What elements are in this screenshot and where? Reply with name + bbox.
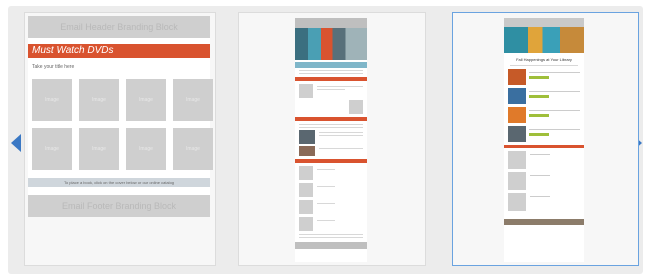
image-placeholder: Image xyxy=(79,79,119,121)
thumb-banner-image xyxy=(295,28,367,60)
template-subtext: Take your title here xyxy=(32,64,75,70)
thumb-header xyxy=(295,18,367,28)
carousel-prev-button[interactable] xyxy=(11,134,21,152)
email-footer-block: Email Footer Branding Block xyxy=(28,195,210,217)
footer-block-label: Email Footer Branding Block xyxy=(61,201,177,211)
template-preview-1: Email Header Branding Block Must Watch D… xyxy=(28,16,213,217)
thumb-band xyxy=(295,62,367,68)
catalog-note: To place a book, click on the cover belo… xyxy=(28,178,210,187)
image-placeholder: Image xyxy=(173,79,213,121)
image-placeholder: Image xyxy=(79,128,119,170)
thumb-footer xyxy=(504,219,584,225)
thumb-section-divider xyxy=(504,145,584,148)
image-placeholder: Image xyxy=(126,128,166,170)
thumb-title: Fall Happenings at Your Library xyxy=(516,57,572,62)
thumb-footer xyxy=(295,242,367,249)
template-preview-3: Fall Happenings at Your Library xyxy=(504,18,584,262)
header-block-label: Email Header Branding Block xyxy=(60,22,178,32)
image-placeholder: Image xyxy=(32,128,72,170)
thumb-section-divider xyxy=(295,77,367,81)
email-header-block: Email Header Branding Block xyxy=(28,16,210,38)
image-placeholder: Image xyxy=(32,79,72,121)
template-heading: Must Watch DVDs xyxy=(28,44,210,58)
image-placeholder: Image xyxy=(173,128,213,170)
thumb-banner-image xyxy=(504,27,584,53)
template-preview-2 xyxy=(295,18,367,262)
image-placeholder: Image xyxy=(126,79,166,121)
image-grid: Image Image Image Image Image Image Imag… xyxy=(28,76,213,170)
thumb-header xyxy=(504,18,584,27)
